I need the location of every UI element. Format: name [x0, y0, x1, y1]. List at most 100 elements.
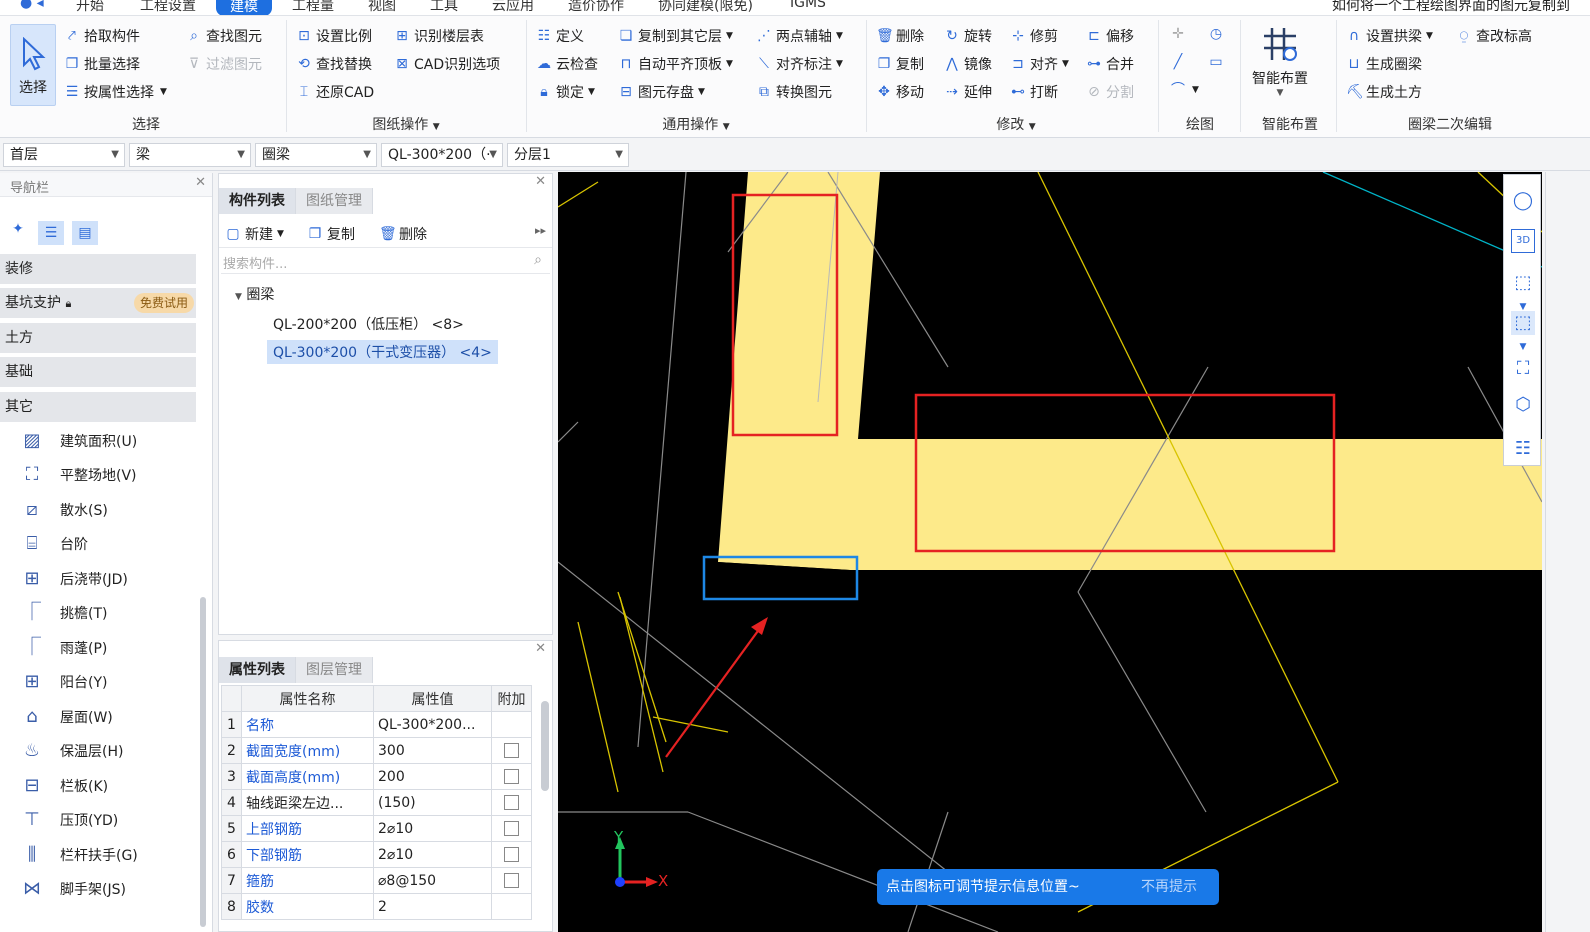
menu-igms[interactable]: IGMS: [790, 0, 826, 11]
mirror-button[interactable]: ⋀ 镜像: [944, 54, 992, 74]
nav-item-site-leveling[interactable]: ⛶ 平整场地(V): [20, 460, 137, 490]
align-mark-button[interactable]: ⟍ 对齐标注 ▼: [756, 54, 843, 74]
solid-cube-icon[interactable]: ⬚: [1511, 311, 1535, 335]
pick-component-button[interactable]: ⤤ 拾取构件: [64, 26, 140, 46]
property-scrollbar[interactable]: [541, 701, 549, 791]
additional-checkbox[interactable]: [504, 873, 519, 888]
menu-view[interactable]: 视图: [368, 0, 396, 15]
tab-layer-manage[interactable]: 图层管理: [296, 657, 373, 683]
tree-root[interactable]: ▼ 圈梁: [235, 284, 274, 304]
cad-drawing[interactable]: [558, 172, 1542, 932]
category-select[interactable]: 梁 ▼: [129, 143, 251, 167]
delete-button[interactable]: 🗑︎ 删除: [876, 26, 924, 46]
layer-select[interactable]: 分层1 ▼: [507, 143, 629, 167]
draw-point-button[interactable]: ✛: [1170, 26, 1190, 42]
menu-start[interactable]: 开始: [76, 0, 104, 15]
tab-drawing-manage[interactable]: 图纸管理: [296, 188, 373, 214]
select-button[interactable]: 选择: [10, 24, 56, 106]
align-button[interactable]: ⊐ 对齐 ▼: [1010, 54, 1069, 74]
ring-beam-vertical[interactable]: [718, 172, 1542, 570]
break-button[interactable]: ⊷ 打断: [1010, 82, 1058, 102]
menu-tools[interactable]: 工具: [430, 0, 458, 15]
nav-scrollbar[interactable]: [200, 597, 206, 927]
close-icon[interactable]: ✕: [535, 174, 546, 189]
subtype-select[interactable]: 圈梁 ▼: [255, 143, 377, 167]
category-foundation[interactable]: 基础: [0, 357, 196, 387]
copy-component-button[interactable]: ❐ 复制: [307, 224, 355, 244]
copy-button[interactable]: ❐ 复制: [876, 54, 924, 74]
orbit-icon[interactable]: ◯: [1511, 189, 1535, 213]
find-replace-button[interactable]: ⟲ 查找替换: [296, 54, 372, 74]
table-row[interactable]: 8 胶数 2: [221, 893, 532, 920]
offset-button[interactable]: ⊏ 偏移: [1086, 26, 1134, 46]
table-row[interactable]: 1 名称 QL-300*200...: [221, 711, 532, 738]
nav-item-railing[interactable]: ⫼ 栏杆扶手(G): [20, 840, 138, 870]
draw-line-button[interactable]: ╱: [1170, 54, 1190, 70]
category-foundation-pit[interactable]: 基坑支护 🔒︎ 免费试用: [0, 288, 196, 318]
delete-component-button[interactable]: 🗑︎ 删除: [379, 224, 427, 244]
additional-checkbox[interactable]: [504, 769, 519, 784]
nav-item-apron[interactable]: ⧄ 散水(S): [20, 495, 108, 525]
restore-cad-button[interactable]: ⌶ 还原CAD: [296, 82, 374, 102]
menu-project-settings[interactable]: 工程设置: [140, 0, 196, 15]
select-by-property-button[interactable]: ☰ 按属性选择 ▼: [64, 82, 167, 102]
merge-button[interactable]: ⊶ 合并: [1086, 54, 1134, 74]
find-element-button[interactable]: ⌕ 查找图元: [186, 26, 262, 46]
set-arch-beam-button[interactable]: ∩ 设置拱梁 ▼: [1346, 26, 1433, 46]
menu-collab-modeling[interactable]: 协同建模(限免): [658, 0, 753, 15]
nav-item-parapet[interactable]: ⊟ 栏板(K): [20, 771, 108, 801]
tree-item-ql-200[interactable]: QL-200*200（低压柜） <8>: [273, 314, 464, 334]
nav-item-eave[interactable]: ⎾ 挑檐(T): [20, 598, 107, 628]
chevron-down-icon[interactable]: ▼: [1511, 335, 1535, 359]
nav-item-roof[interactable]: ⌂ 屋面(W): [20, 702, 113, 732]
cad-options-button[interactable]: ⊠ CAD识别选项: [394, 54, 500, 74]
search-input[interactable]: 搜索构件...: [223, 253, 287, 272]
cube-icon[interactable]: ⬚: [1511, 271, 1535, 295]
hint-bubble[interactable]: 点击图标可调节提示信息位置~ 不再提示: [877, 869, 1219, 905]
table-row[interactable]: 6 下部钢筋 2⌀10: [221, 841, 532, 868]
generate-ring-beam-button[interactable]: ⊔ 生成圈梁: [1346, 54, 1422, 74]
lock-button[interactable]: 🔒︎ 锁定 ▼: [536, 82, 595, 102]
close-icon[interactable]: ✕: [535, 641, 546, 656]
nav-item-coping[interactable]: ⊤ 压顶(YD): [20, 805, 118, 835]
sparkle-icon[interactable]: ✦: [6, 221, 30, 245]
category-other[interactable]: 其它: [0, 392, 196, 422]
table-row[interactable]: 5 上部钢筋 2⌀10: [221, 815, 532, 842]
table-row[interactable]: 3 截面高度(mm) 200: [221, 763, 532, 790]
additional-checkbox[interactable]: [504, 743, 519, 758]
table-row[interactable]: 7 箍筋 ⌀8@150: [221, 867, 532, 894]
trim-button[interactable]: ⊹ 修剪: [1010, 26, 1058, 46]
move-button[interactable]: ✥ 移动: [876, 82, 924, 102]
new-component-button[interactable]: ▢ 新建 ▼: [225, 224, 284, 244]
nav-item-insulation[interactable]: ♨ 保温层(H): [20, 736, 124, 766]
box-view-icon[interactable]: ⬡: [1511, 393, 1535, 417]
copy-to-layer-button[interactable]: ❏ 复制到其它层 ▼: [618, 26, 733, 46]
batch-select-button[interactable]: ❐ 批量选择: [64, 54, 140, 74]
dont-show-again-link[interactable]: 不再提示: [1141, 869, 1197, 905]
menu-quantity[interactable]: 工程量: [292, 0, 334, 15]
menu-cloud[interactable]: 云应用: [492, 0, 534, 15]
additional-checkbox[interactable]: [504, 847, 519, 862]
category-earthwork[interactable]: 土方: [0, 323, 196, 353]
convert-element-button[interactable]: ⧉ 转换图元: [756, 82, 832, 102]
additional-checkbox[interactable]: [504, 795, 519, 810]
fullscreen-icon[interactable]: ⛶: [1511, 357, 1535, 381]
extend-button[interactable]: ⇢ 延伸: [944, 82, 992, 102]
rotate-button[interactable]: ↻ 旋转: [944, 26, 992, 46]
nav-item-canopy[interactable]: ⎾ 雨蓬(P): [20, 633, 107, 663]
close-icon[interactable]: ✕: [195, 175, 206, 190]
expand-icon[interactable]: ▸▸: [535, 224, 546, 237]
trial-badge[interactable]: 免费试用: [133, 293, 194, 313]
nav-item-post-cast-strip[interactable]: ⊞ 后浇带(JD): [20, 564, 127, 594]
smart-layout-button[interactable]: 智能布置 ▼: [1248, 24, 1312, 110]
list-view-icon[interactable]: ☰: [38, 221, 64, 245]
detail-view-icon[interactable]: ▤: [72, 221, 98, 245]
element-select[interactable]: QL-300*200（· ▼: [381, 143, 503, 167]
chevron-down-icon[interactable]: ▼: [235, 292, 242, 302]
generate-earthwork-button[interactable]: ⛏︎ 生成土方: [1346, 82, 1422, 102]
nav-item-scaffold[interactable]: ⋈ 脚手架(JS): [20, 874, 126, 904]
additional-checkbox[interactable]: [504, 821, 519, 836]
define-button[interactable]: ☷ 定义: [536, 26, 584, 46]
help-question-text[interactable]: 如何将一个工程绘图界面的图元复制到: [1332, 0, 1570, 15]
properties-icon[interactable]: ☷: [1511, 437, 1535, 461]
